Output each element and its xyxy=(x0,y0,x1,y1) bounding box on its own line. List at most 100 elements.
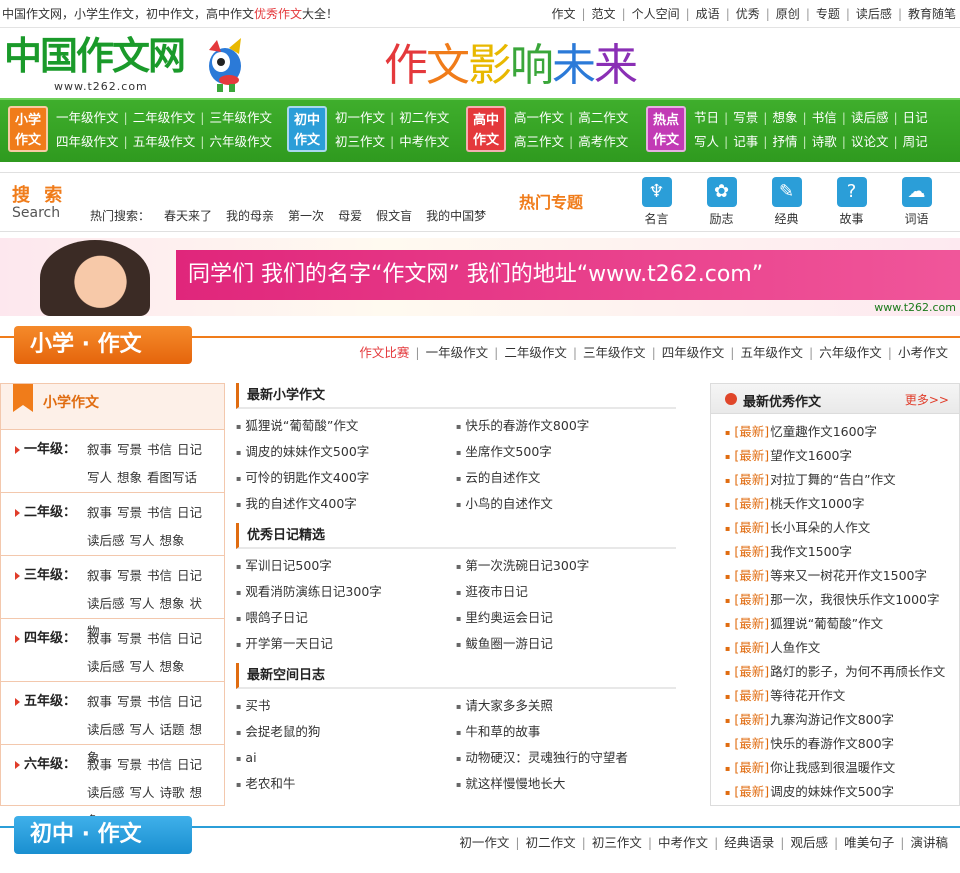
article-link[interactable]: 牛和草的故事 xyxy=(456,719,676,745)
promo-banner[interactable]: 同学们 我们的名字“作文网” 我们的地址“www.t262.com” www.t… xyxy=(0,238,960,316)
grade-category-link[interactable]: 日记 xyxy=(177,442,202,457)
nav-link[interactable]: 节日 xyxy=(694,110,719,125)
article-link[interactable]: 动物硬汉：灵魂独行的守望者 xyxy=(456,745,676,771)
junior-sublink[interactable]: 经典语录 xyxy=(724,835,774,850)
latest-article-item[interactable]: [最新]快乐的春游作文800字 xyxy=(725,732,959,756)
primary-sublink[interactable]: 六年级作文 xyxy=(819,345,882,360)
grade-category-link[interactable]: 想象 xyxy=(160,659,185,674)
primary-section-title[interactable]: 小学 · 作文 xyxy=(14,326,192,364)
article-link[interactable]: 请大家多多关照 xyxy=(456,693,676,719)
nav-link[interactable]: 一年级作文 xyxy=(56,110,119,125)
grade-name[interactable]: 六年级： xyxy=(15,751,76,779)
primary-sublink[interactable]: 二年级作文 xyxy=(504,345,567,360)
article-link[interactable]: 坐席作文500字 xyxy=(456,439,676,465)
latest-article-item[interactable]: [最新]等来又一树花开作文1500字 xyxy=(725,564,959,588)
nav-link[interactable]: 六年级作文 xyxy=(209,134,272,149)
junior-sublink[interactable]: 唯美句子 xyxy=(844,835,894,850)
article-link[interactable]: 狐狸说“葡萄酸”作文 xyxy=(236,413,456,439)
article-link[interactable]: 我的自述作文400字 xyxy=(236,491,456,517)
grade-category-link[interactable]: 写人 xyxy=(130,533,155,548)
grade-category-link[interactable]: 日记 xyxy=(177,757,202,772)
hot-topic-item[interactable]: ♆ 名言 xyxy=(624,177,689,227)
nav-link[interactable]: 初二作文 xyxy=(399,110,449,125)
hot-search-link[interactable]: 第一次 xyxy=(288,209,324,223)
nav-link[interactable]: 五年级作文 xyxy=(133,134,196,149)
top-link[interactable]: 原创 xyxy=(776,5,800,22)
grade-category-link[interactable]: 书信 xyxy=(147,568,172,583)
article-link[interactable]: 第一次洗碗日记300字 xyxy=(456,553,676,579)
grade-category-link[interactable]: 写人 xyxy=(130,596,155,611)
article-link[interactable]: 军训日记500字 xyxy=(236,553,456,579)
hot-search-link[interactable]: 我的中国梦 xyxy=(426,209,486,223)
nav-link[interactable]: 二年级作文 xyxy=(133,110,196,125)
grade-name[interactable]: 二年级： xyxy=(15,499,76,527)
latest-article-item[interactable]: [最新]望作文1600字 xyxy=(725,444,959,468)
site-description-highlight[interactable]: 优秀作文 xyxy=(254,7,302,21)
nav-link[interactable]: 诗歌 xyxy=(812,134,837,149)
latest-article-item[interactable]: [最新]那一次，我很快乐作文1000字 xyxy=(725,588,959,612)
nav-badge[interactable]: 热点 作文 xyxy=(646,106,686,152)
grade-category-link[interactable]: 看图写话 xyxy=(147,470,197,485)
top-link[interactable]: 作文 xyxy=(551,5,575,22)
grade-category-link[interactable]: 日记 xyxy=(177,694,202,709)
article-link[interactable]: 可怜的钥匙作文400字 xyxy=(236,465,456,491)
nav-link[interactable]: 抒情 xyxy=(772,134,797,149)
junior-section-title[interactable]: 初中 · 作文 xyxy=(14,816,192,854)
grade-category-link[interactable]: 写景 xyxy=(117,694,142,709)
top-link[interactable]: 教育随笔 xyxy=(908,5,956,22)
grade-category-link[interactable]: 书信 xyxy=(147,505,172,520)
nav-link[interactable]: 初一作文 xyxy=(335,110,385,125)
nav-link[interactable]: 三年级作文 xyxy=(209,110,272,125)
latest-article-item[interactable]: [最新]桃夭作文1000字 xyxy=(725,492,959,516)
nav-link[interactable]: 写景 xyxy=(733,110,758,125)
grade-category-link[interactable]: 书信 xyxy=(147,757,172,772)
grade-category-link[interactable]: 话题 xyxy=(160,722,185,737)
primary-sublink[interactable]: 一年级作文 xyxy=(426,345,489,360)
grade-category-link[interactable]: 日记 xyxy=(177,631,202,646)
article-link[interactable]: 逛夜市日记 xyxy=(456,579,676,605)
grade-category-link[interactable]: 写景 xyxy=(117,568,142,583)
junior-sublink[interactable]: 演讲稿 xyxy=(910,835,948,850)
junior-sublink[interactable]: 初三作文 xyxy=(592,835,642,850)
nav-link[interactable]: 写人 xyxy=(694,134,719,149)
nav-badge[interactable]: 小学 作文 xyxy=(8,106,48,152)
more-link[interactable]: 更多>> xyxy=(905,391,949,408)
latest-article-item[interactable]: [最新]你让我感到很温暖作文 xyxy=(725,756,959,780)
article-link[interactable]: 快乐的春游作文800字 xyxy=(456,413,676,439)
nav-link[interactable]: 读后感 xyxy=(851,110,889,125)
grade-category-link[interactable]: 叙事 xyxy=(87,442,112,457)
hot-topic-item[interactable]: ✎ 经典 xyxy=(754,177,819,227)
latest-article-item[interactable]: [最新]我作文1500字 xyxy=(725,540,959,564)
grade-category-link[interactable]: 叙事 xyxy=(87,568,112,583)
article-link[interactable]: 老农和牛 xyxy=(236,771,456,797)
latest-article-item[interactable]: [最新]长小耳朵的人作文 xyxy=(725,516,959,540)
nav-link[interactable]: 记事 xyxy=(733,134,758,149)
article-link[interactable]: 买书 xyxy=(236,693,456,719)
hot-search-link[interactable]: 春天来了 xyxy=(164,209,212,223)
grade-category-link[interactable]: 日记 xyxy=(177,505,202,520)
hot-topic-item[interactable]: ? 故事 xyxy=(819,177,884,227)
nav-link[interactable]: 议论文 xyxy=(851,134,889,149)
grade-category-link[interactable]: 书信 xyxy=(147,631,172,646)
grade-category-link[interactable]: 写人 xyxy=(130,785,155,800)
grade-category-link[interactable]: 诗歌 xyxy=(160,785,185,800)
grade-category-link[interactable]: 想象 xyxy=(117,470,142,485)
grade-category-link[interactable]: 读后感 xyxy=(87,533,125,548)
primary-sublink[interactable]: 五年级作文 xyxy=(741,345,804,360)
nav-link[interactable]: 周记 xyxy=(903,134,928,149)
grade-name[interactable]: 四年级： xyxy=(15,625,76,653)
hot-search-link[interactable]: 母爱 xyxy=(338,209,362,223)
article-link[interactable]: 会捉老鼠的狗 xyxy=(236,719,456,745)
site-logo[interactable]: 中国作文网 www.t262.com xyxy=(4,34,254,94)
latest-article-item[interactable]: [最新]路灯的影子，为何不再颀长作文 xyxy=(725,660,959,684)
article-link[interactable]: 喂鸽子日记 xyxy=(236,605,456,631)
top-link[interactable]: 读后感 xyxy=(856,5,892,22)
top-link[interactable]: 成语 xyxy=(696,5,720,22)
grade-category-link[interactable]: 写景 xyxy=(117,505,142,520)
grade-category-link[interactable]: 日记 xyxy=(177,568,202,583)
grade-category-link[interactable]: 写人 xyxy=(130,659,155,674)
grade-category-link[interactable]: 叙事 xyxy=(87,757,112,772)
hot-search-link[interactable]: 我的母亲 xyxy=(226,209,274,223)
primary-sublink[interactable]: 小考作文 xyxy=(898,345,948,360)
article-link[interactable]: 开学第一天日记 xyxy=(236,631,456,657)
